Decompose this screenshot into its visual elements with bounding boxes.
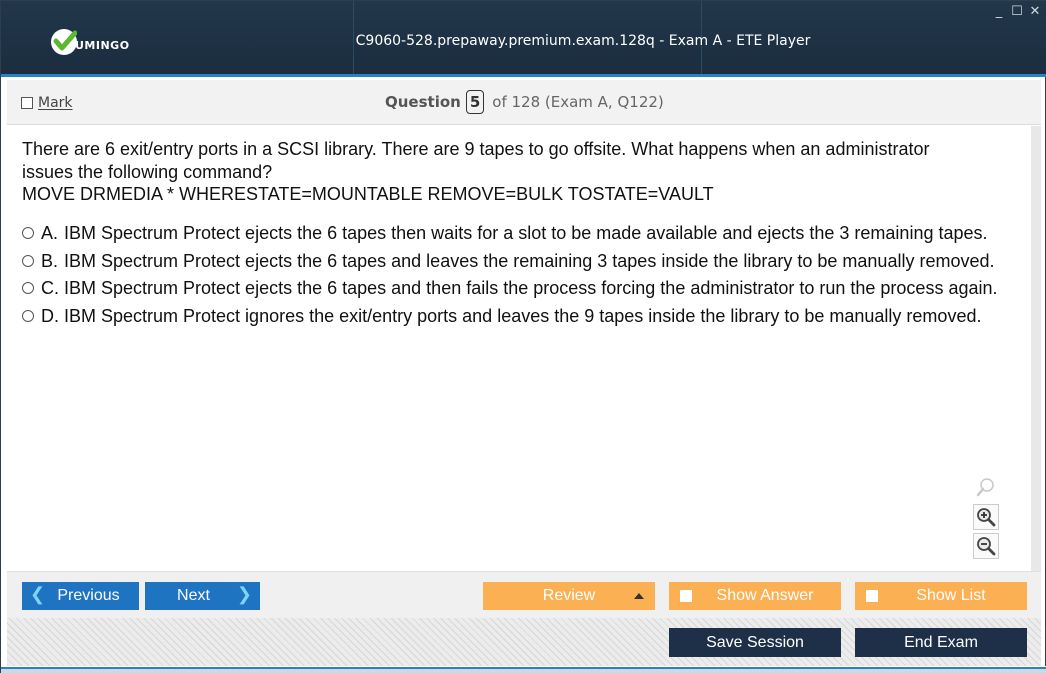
question-content: There are 6 exit/entry ports in a SCSI l… — [7, 126, 1041, 571]
vumingo-logo: UMINGO — [51, 27, 141, 57]
question-text: There are 6 exit/entry ports in a SCSI l… — [22, 138, 982, 206]
question-stem: There are 6 exit/entry ports in a SCSI l… — [22, 139, 930, 182]
previous-button[interactable]: ❮ Previous — [22, 582, 139, 610]
option-text: IBM Spectrum Protect ignores the exit/en… — [64, 305, 982, 326]
title-bar: UMINGO C9060-528.prepaway.premium.exam.1… — [1, 1, 1046, 77]
question-header: Mark Question 5 of 128 (Exam A, Q122) — [7, 80, 1041, 125]
review-button[interactable]: Review — [483, 582, 655, 610]
zoom-out-icon[interactable] — [973, 533, 999, 559]
mark-checkbox[interactable]: Mark — [21, 95, 73, 111]
answer-option-c[interactable]: C. IBM Spectrum Protect ejects the 6 tap… — [22, 277, 1012, 300]
question-counter: Question 5 of 128 (Exam A, Q122) — [385, 90, 664, 114]
checkbox-icon — [21, 97, 33, 109]
app-window: UMINGO C9060-528.prepaway.premium.exam.1… — [0, 0, 1046, 673]
option-letter: B. — [41, 250, 59, 271]
option-text: IBM Spectrum Protect ejects the 6 tapes … — [64, 250, 995, 271]
footer-border — [1, 669, 1046, 673]
question-number-input[interactable]: 5 — [465, 90, 485, 114]
radio-icon[interactable] — [22, 282, 34, 294]
logo-text: UMINGO — [75, 38, 130, 52]
radio-icon[interactable] — [22, 254, 34, 267]
review-label: Review — [542, 587, 596, 604]
close-icon[interactable]: ✕ — [1029, 5, 1041, 19]
vertical-scrollbar[interactable] — [1031, 126, 1041, 571]
maximize-icon[interactable]: ☐ — [1011, 5, 1023, 19]
option-text: IBM Spectrum Protect ejects the 6 tapes … — [64, 223, 988, 243]
end-exam-button[interactable]: End Exam — [855, 628, 1027, 657]
radio-icon[interactable] — [22, 227, 34, 239]
show-list-toggle[interactable]: Show List — [855, 582, 1027, 610]
show-list-label: Show List — [916, 587, 986, 604]
previous-label: Previous — [57, 587, 120, 604]
answer-option-a[interactable]: A. IBM Spectrum Protect ejects the 6 tap… — [22, 222, 1012, 245]
answer-option-d[interactable]: D. IBM Spectrum Protect ignores the exit… — [22, 305, 1012, 328]
option-text: IBM Spectrum Protect ejects the 6 tapes … — [64, 278, 998, 298]
caret-up-icon — [634, 593, 644, 599]
radio-icon[interactable] — [22, 309, 34, 322]
footer-bar: Save Session End Exam — [7, 618, 1041, 666]
zoom-reset-icon[interactable] — [973, 474, 999, 500]
option-letter: D. — [41, 305, 59, 326]
answer-options: A. IBM Spectrum Protect ejects the 6 tap… — [22, 222, 1012, 332]
window-controls: _ ☐ ✕ — [993, 5, 1041, 19]
chevron-left-icon: ❮ — [30, 584, 46, 604]
mark-label: Mark — [38, 95, 73, 111]
minimize-icon[interactable]: _ — [993, 5, 1005, 19]
show-answer-label: Show Answer — [716, 587, 814, 604]
window-title: C9060-528.prepaway.premium.exam.128q - E… — [355, 33, 811, 49]
checkmark-logo-icon — [51, 29, 77, 55]
show-answer-toggle[interactable]: Show Answer — [669, 582, 841, 610]
question-word: Question — [385, 93, 461, 111]
next-button[interactable]: Next ❯ — [145, 582, 260, 610]
navigation-bar: ❮ Previous Next ❯ Review Show Answer Sho… — [7, 571, 1041, 618]
checkbox-icon[interactable] — [680, 590, 692, 602]
zoom-in-icon[interactable] — [973, 504, 999, 530]
answer-option-b[interactable]: B. IBM Spectrum Protect ejects the 6 tap… — [22, 250, 1012, 273]
next-label: Next — [177, 587, 210, 604]
question-command: MOVE DRMEDIA * WHERESTATE=MOUNTABLE REMO… — [22, 184, 714, 204]
checkbox-icon[interactable] — [866, 590, 878, 602]
end-exam-label: End Exam — [904, 633, 978, 651]
question-total: of 128 (Exam A, Q122) — [492, 93, 664, 111]
save-session-button[interactable]: Save Session — [669, 628, 841, 657]
option-letter: A. — [41, 223, 59, 243]
option-letter: C. — [41, 278, 59, 298]
save-session-label: Save Session — [706, 633, 804, 651]
chevron-right-icon: ❯ — [236, 584, 252, 604]
